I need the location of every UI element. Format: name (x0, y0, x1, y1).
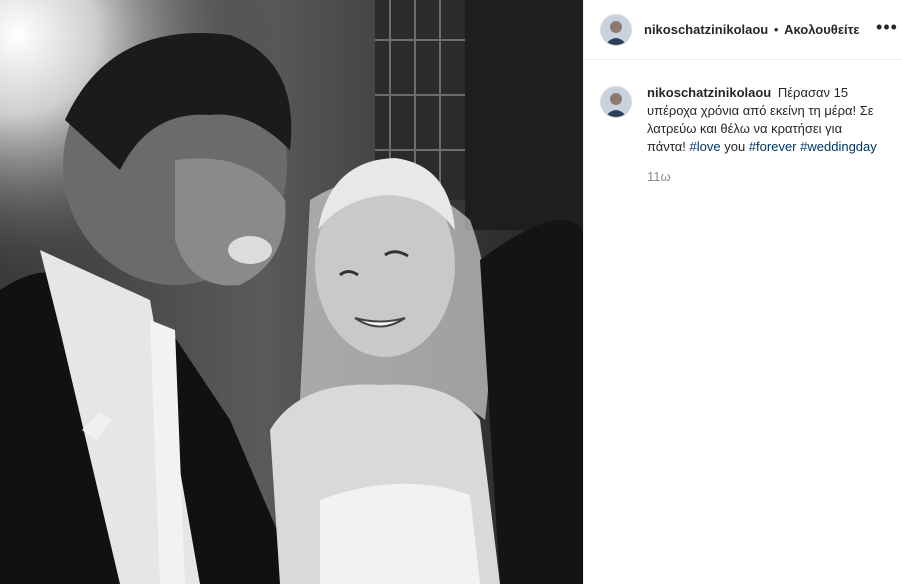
caption-username[interactable]: nikoschatzinikolaou (647, 85, 771, 100)
post-header: nikoschatzinikolaou • Ακολουθείτε ••• (584, 0, 902, 60)
header-separator: • (773, 22, 779, 37)
more-options-icon[interactable]: ••• (874, 14, 900, 40)
hashtag-forever[interactable]: #forever (749, 139, 797, 154)
post-photo[interactable] (0, 0, 583, 584)
header-text: nikoschatzinikolaou • Ακολουθείτε (644, 22, 860, 37)
avatar[interactable] (600, 86, 632, 118)
following-button[interactable]: Ακολουθείτε (784, 22, 860, 37)
header-username[interactable]: nikoschatzinikolaou (644, 22, 768, 37)
caption-row: nikoschatzinikolaou Πέρασαν 15 υπέροχα χ… (584, 60, 902, 186)
post-timestamp[interactable]: 11ω (647, 168, 879, 186)
hashtag-weddingday[interactable]: #weddingday (800, 139, 877, 154)
hashtag-love[interactable]: #love (690, 139, 721, 154)
caption-body: nikoschatzinikolaou Πέρασαν 15 υπέροχα χ… (647, 84, 879, 186)
avatar[interactable] (600, 13, 632, 46)
caption-text-you: you (724, 139, 746, 154)
post-details-panel: nikoschatzinikolaou • Ακολουθείτε ••• ni… (583, 0, 902, 584)
wedding-photo-image (0, 0, 583, 584)
avatar-image (601, 87, 631, 117)
avatar-image (601, 14, 631, 45)
